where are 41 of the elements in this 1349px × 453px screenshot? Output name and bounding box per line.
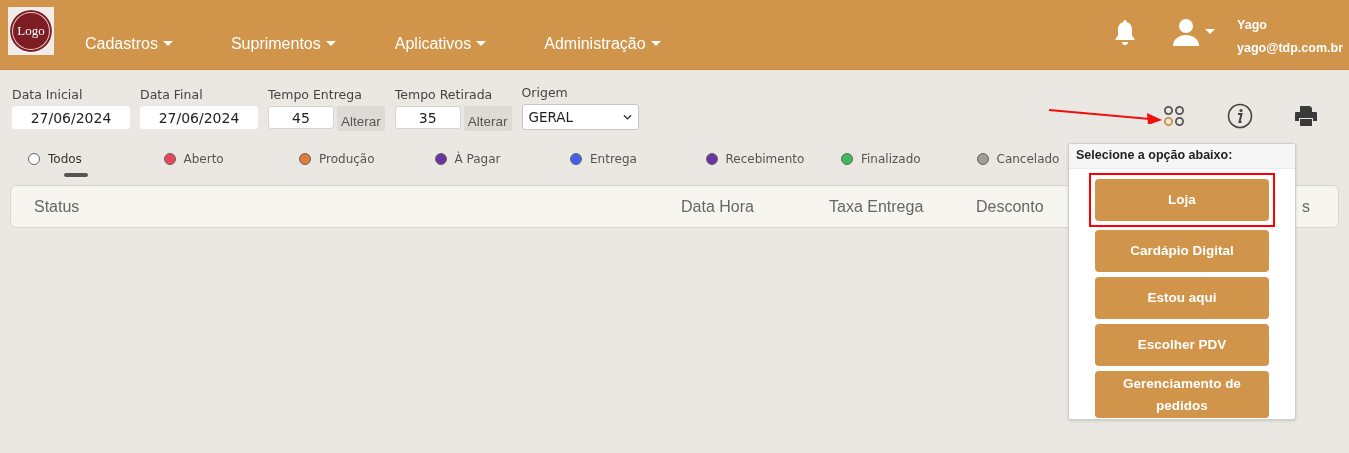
column-header: Data Hora: [681, 197, 754, 216]
user-email: yago@tdp.com.br: [1237, 41, 1343, 55]
print-icon[interactable]: [1295, 106, 1317, 126]
caret-icon: [162, 40, 173, 47]
origin-select[interactable]: GERAL: [521, 104, 639, 130]
column-header: s: [1302, 197, 1310, 216]
chevron-down-icon: [622, 114, 632, 120]
date-field[interactable]: 27/06/2024: [140, 106, 258, 129]
status-tab[interactable]: Entrega: [570, 149, 706, 169]
alterar-button[interactable]: Alterar: [463, 106, 512, 131]
user-menu-button[interactable]: [1171, 16, 1216, 47]
status-tab[interactable]: Aberto: [163, 149, 299, 169]
caret-icon: [650, 40, 661, 47]
user-name: Yago: [1237, 18, 1268, 32]
column-header: Status: [34, 197, 80, 216]
info-icon[interactable]: [1227, 103, 1253, 129]
time-field[interactable]: 45: [268, 106, 334, 129]
status-tab[interactable]: Finalizado: [841, 149, 977, 169]
status-tab[interactable]: À Pagar: [434, 149, 570, 169]
logo[interactable]: Logo: [8, 6, 54, 55]
popover-title: Selecione a opção abaixo:: [1069, 144, 1295, 169]
status-tab[interactable]: Recebimento: [705, 149, 841, 169]
caret-icon: [1205, 28, 1216, 35]
user-icon: [1171, 16, 1202, 47]
column-header: Taxa Entrega: [829, 197, 924, 216]
status-tab[interactable]: Todos: [28, 149, 164, 169]
column-header: Desconto: [976, 197, 1044, 216]
field-label: Data Final: [140, 87, 204, 102]
date-field[interactable]: 27/06/2024: [12, 106, 130, 129]
field-label: Data Inicial: [12, 87, 84, 102]
alterar-button[interactable]: Alterar: [337, 106, 385, 131]
caret-icon: [325, 40, 336, 47]
field-label: Tempo Retirada: [394, 87, 494, 102]
apps-icon[interactable]: [1163, 105, 1185, 127]
time-field[interactable]: 35: [394, 106, 461, 129]
field-label: Tempo Entrega: [268, 87, 363, 102]
status-tab[interactable]: Produção: [299, 149, 435, 169]
bell-icon[interactable]: [1113, 17, 1138, 46]
field-label: Origem: [521, 85, 569, 100]
selected-underline: [64, 173, 88, 177]
caret-icon: [476, 40, 487, 47]
